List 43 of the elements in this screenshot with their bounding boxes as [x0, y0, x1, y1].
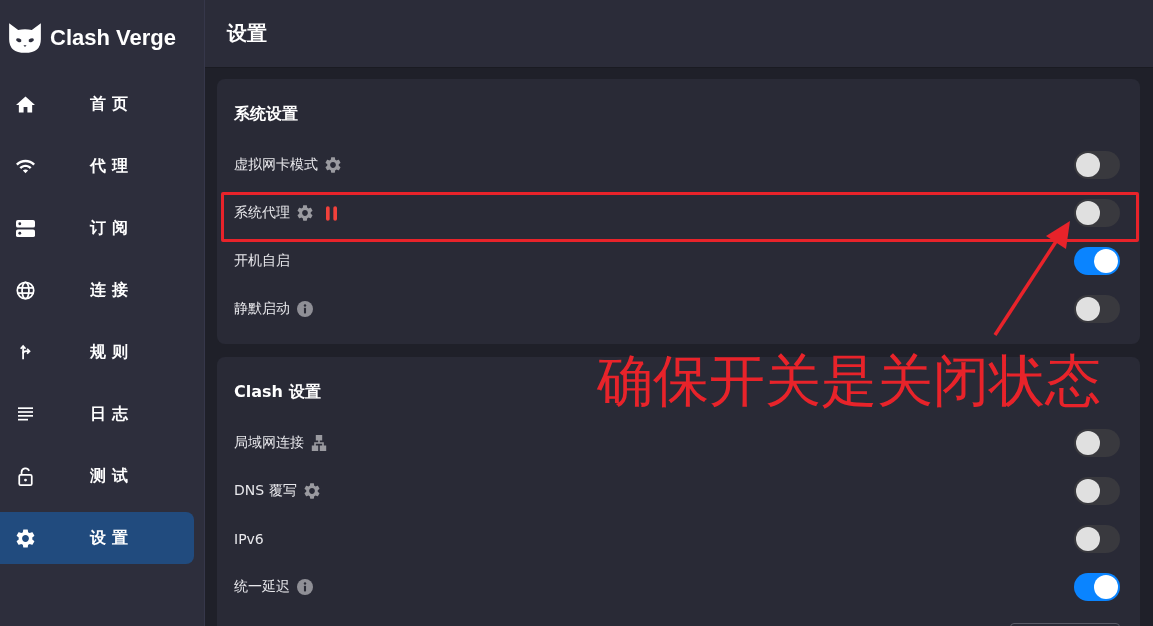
server-icon: [16, 218, 35, 238]
nav-item[interactable]: 设置: [0, 512, 194, 564]
lines-icon: [18, 406, 33, 422]
toggle-switch[interactable]: [1074, 247, 1120, 275]
nav-item[interactable]: 测试: [0, 450, 194, 502]
page-title: 设置: [227, 20, 267, 47]
section-title: 系统设置: [234, 103, 298, 125]
fork-arrow-icon: [18, 344, 33, 360]
setting-label: 系统代理: [234, 204, 290, 222]
home-icon: [16, 94, 35, 114]
setting-label: 局域网连接: [234, 434, 304, 452]
setting-label: 统一延迟: [234, 578, 290, 596]
open-lock-icon: [16, 466, 35, 486]
network-icon[interactable]: [311, 435, 327, 451]
annotation-text: 确保开关是关闭状态: [597, 347, 1101, 415]
nav-item[interactable]: 日志: [0, 388, 194, 440]
toggle-switch[interactable]: [1074, 525, 1120, 553]
toggle-switch[interactable]: [1074, 429, 1120, 457]
info-icon[interactable]: [297, 301, 313, 317]
setting-label: DNS 覆写: [234, 482, 297, 500]
toggle-switch[interactable]: [1074, 199, 1120, 227]
nav-item[interactable]: 代理: [0, 140, 194, 192]
setting-label: IPv6: [234, 531, 264, 547]
setting-label: 虚拟网卡模式: [234, 156, 318, 174]
settings-icon[interactable]: [325, 157, 341, 173]
nav-item[interactable]: 订阅: [0, 202, 194, 254]
setting-label: 静默启动: [234, 300, 290, 318]
globe-icon: [16, 280, 35, 300]
settings-icon: [16, 528, 35, 548]
cat-logo-icon: [8, 22, 42, 54]
info-icon[interactable]: [297, 579, 313, 595]
toggle-switch[interactable]: [1074, 151, 1120, 179]
nav-item[interactable]: 连接: [0, 264, 194, 316]
app-name: Clash Verge: [50, 25, 176, 51]
toggle-switch[interactable]: [1074, 573, 1120, 601]
toggle-switch[interactable]: [1074, 295, 1120, 323]
settings-icon[interactable]: [297, 205, 313, 221]
settings-icon[interactable]: [303, 483, 320, 499]
nav-item[interactable]: 首页: [0, 78, 194, 130]
setting-label: 开机自启: [234, 252, 290, 270]
nav-item[interactable]: 规则: [0, 326, 194, 378]
section-title: Clash 设置: [234, 381, 321, 403]
toggle-switch[interactable]: [1074, 477, 1120, 505]
